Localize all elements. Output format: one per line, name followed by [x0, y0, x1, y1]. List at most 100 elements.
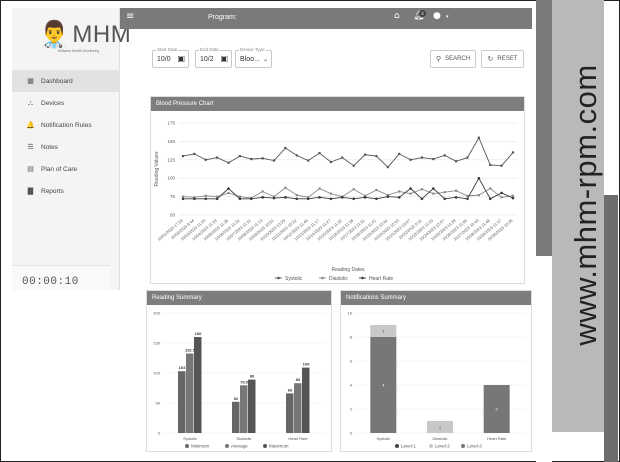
app-logo[interactable]: 👨‍⚕ MHM	[38, 22, 131, 49]
data-point	[329, 192, 333, 195]
data-point	[227, 161, 230, 164]
data-point	[284, 146, 287, 150]
bar-value-label: 89	[250, 374, 255, 379]
data-point	[432, 157, 435, 161]
data-point	[409, 187, 412, 190]
data-point	[193, 197, 196, 201]
bar	[294, 383, 302, 433]
calendar-icon[interactable]: ▣	[220, 54, 228, 63]
program-label[interactable]: Program:	[208, 14, 237, 21]
notifications-summary-bar-chart: 024681041Systolic1Diastolic2Heart RateLe…	[348, 311, 525, 449]
data-point	[295, 194, 298, 197]
bar	[232, 401, 240, 433]
end-date-field[interactable]: End Date 10/2 ▣	[195, 47, 232, 68]
device-type-select[interactable]: Device Type Bloo... ⌄	[235, 47, 272, 68]
end-date-label: End Date	[199, 47, 220, 52]
y-tick-label: 150	[153, 341, 160, 346]
data-point	[341, 156, 344, 159]
data-point	[272, 196, 276, 200]
sidebar: 👨‍⚕ MHM Midwest Health Monitoring ▦ Dashb…	[12, 8, 131, 290]
calendar-icon[interactable]: ▣	[177, 54, 185, 63]
search-button[interactable]: ⚲ SEARCH	[430, 50, 476, 68]
data-point	[455, 189, 458, 192]
x-tick-label: Systolic	[376, 436, 390, 441]
legend-marker	[395, 444, 399, 448]
top-bar: ≡ Program: ⌂ 🔔︎ 2 ● ▾	[120, 8, 532, 29]
reset-icon: ↻	[487, 55, 494, 63]
alert-card-title: Notifications Summary	[341, 291, 531, 305]
data-point	[386, 195, 390, 198]
session-timer: 00:00:10	[22, 276, 79, 288]
data-point	[511, 194, 515, 197]
bar	[194, 337, 202, 433]
data-point	[500, 164, 503, 167]
devices-icon: ⛬	[28, 98, 33, 107]
legend-label: Diastolic	[329, 276, 348, 282]
legend-marker	[225, 444, 229, 448]
sidebar-item-label: Reports	[41, 187, 64, 195]
y-tick-label: 2	[350, 407, 353, 412]
data-point	[489, 163, 492, 167]
search-button-label: SEARCH	[445, 56, 471, 62]
y-tick-label: 50	[156, 401, 161, 406]
data-point	[511, 151, 515, 154]
data-point	[443, 197, 447, 201]
data-point	[443, 154, 446, 157]
sidebar-item-dashboard[interactable]: ▦ Dashboard	[12, 70, 120, 92]
sidebar-item-label: Plan of Care	[41, 165, 78, 173]
legend-label: Level-1	[401, 444, 416, 449]
legend-label: Systolic	[285, 276, 303, 282]
bar-value-label: 79.5	[240, 379, 249, 384]
y-tick-label: 0	[158, 431, 161, 436]
sidebar-item-notes[interactable]: ☰ Notes	[12, 136, 120, 158]
data-point	[250, 157, 253, 161]
data-point	[238, 197, 242, 201]
hamburger-menu-icon[interactable]: ≡	[126, 11, 134, 22]
data-point	[398, 190, 401, 193]
grid-icon: ▦	[27, 77, 34, 85]
data-point	[341, 196, 344, 199]
sidebar-item-plan-of-care[interactable]: ▤ Plan of Care	[12, 158, 120, 180]
start-date-label: Start Date	[156, 47, 179, 52]
data-point	[420, 156, 424, 159]
y-tick-label: 0	[350, 431, 353, 436]
sidebar-item-reports[interactable]: ▇ Reports	[12, 180, 120, 202]
watermark-band-dark-lower	[604, 195, 618, 462]
bp-card-title: Blood Pressure Chart	[151, 97, 524, 111]
reset-button[interactable]: ↻ RESET	[481, 50, 524, 68]
data-point	[193, 152, 196, 156]
start-date-field[interactable]: Start Date 10/0 ▣	[152, 47, 189, 68]
data-point	[261, 190, 264, 193]
data-point	[318, 187, 321, 190]
y-tick-label: 125	[167, 157, 175, 162]
y-tick-label: 4	[350, 383, 353, 388]
y-tick-label: 75	[170, 194, 176, 199]
data-point	[477, 194, 480, 197]
data-point	[477, 136, 480, 139]
data-point	[216, 156, 219, 159]
end-date-value: 10/2	[200, 56, 214, 63]
y-tick-label: 6	[350, 359, 353, 364]
legend-label: Minimum	[191, 444, 210, 449]
data-point	[420, 188, 424, 191]
user-account-icon[interactable]: ●	[433, 11, 441, 21]
legend-marker	[321, 276, 324, 280]
data-point	[181, 155, 185, 158]
home-icon[interactable]: ⌂	[394, 11, 400, 21]
y-tick-label: 100	[167, 176, 175, 181]
data-point	[204, 197, 208, 201]
reading-summary-card: Reading Summary 0 50 100 150 200 103 132.5 160 S…	[146, 290, 332, 452]
sidebar-item-devices[interactable]: ⛬ Devices	[12, 92, 120, 114]
data-point	[216, 195, 219, 198]
data-point	[375, 155, 378, 158]
bar	[178, 371, 186, 433]
watermark-gap	[536, 256, 552, 462]
y-tick-label: 200	[153, 311, 160, 316]
data-point	[398, 152, 401, 156]
legend-marker	[361, 276, 364, 280]
legend-marker	[429, 444, 433, 448]
sidebar-item-notification-rules[interactable]: 🔔 Notification Rules	[12, 114, 120, 136]
data-point	[397, 196, 401, 199]
chevron-down-icon[interactable]: ▾	[446, 14, 449, 20]
bar-value-label: 160	[195, 331, 202, 336]
